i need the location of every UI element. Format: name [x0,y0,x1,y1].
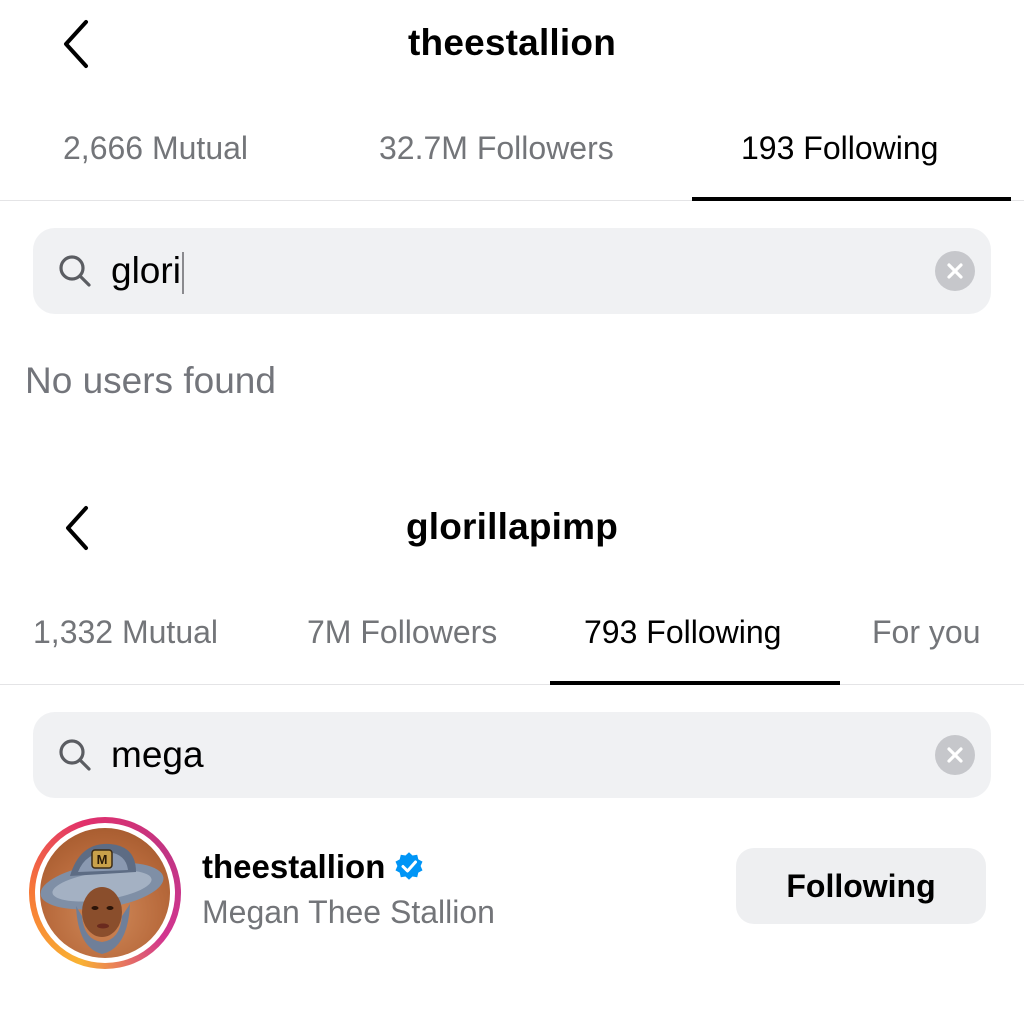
tab-bar: 2,666 Mutual 32.7M Followers 193 Followi… [0,108,1024,201]
verified-badge-icon [395,852,423,880]
search-query: glori [111,250,181,291]
panel-theestallion: theestallion 2,666 Mutual 32.7M Follower… [0,0,1024,490]
clear-icon [947,263,963,279]
active-tab-indicator [692,197,1011,201]
username: theestallion [202,848,386,885]
full-name: Megan Thee Stallion [202,894,495,930]
tab-mutual[interactable]: 1,332 Mutual [33,614,218,651]
search-icon [59,739,91,771]
tab-mutual[interactable]: 2,666 Mutual [63,130,248,167]
panel-glorillapimp: glorillapimp 1,332 Mutual 7M Followers 7… [0,484,1024,974]
tab-following[interactable]: 193 Following [741,130,938,167]
svg-text:M: M [97,852,108,867]
avatar: M [40,828,170,958]
tab-following[interactable]: 793 Following [584,614,781,651]
clear-icon [947,747,963,763]
active-tab-indicator [550,681,840,685]
username-line[interactable]: theestallion [202,848,425,886]
search-icon [59,255,91,287]
clear-search-button[interactable] [935,251,975,291]
tab-followers[interactable]: 7M Followers [307,614,497,651]
following-button[interactable]: Following [736,848,986,924]
no-results-message: No users found [25,360,276,401]
tab-followers[interactable]: 32.7M Followers [379,130,614,167]
tab-bar: 1,332 Mutual 7M Followers 793 Following … [0,592,1024,685]
profile-title: theestallion [408,22,616,63]
search-input[interactable]: glori [111,228,184,314]
search-input[interactable]: mega [111,712,204,798]
avatar-story-ring[interactable]: M [29,817,181,969]
text-caret [181,252,184,295]
search-bar[interactable]: glori [33,228,991,314]
profile-photo: M [40,843,164,954]
avatar-border: M [35,823,175,963]
user-result-row[interactable]: M theestallion Megan Thee Stallion Follo… [0,812,1024,972]
clear-search-button[interactable] [935,735,975,775]
tab-for-you[interactable]: For you [872,614,980,651]
search-bar[interactable]: mega [33,712,991,798]
profile-title: glorillapimp [405,506,619,547]
